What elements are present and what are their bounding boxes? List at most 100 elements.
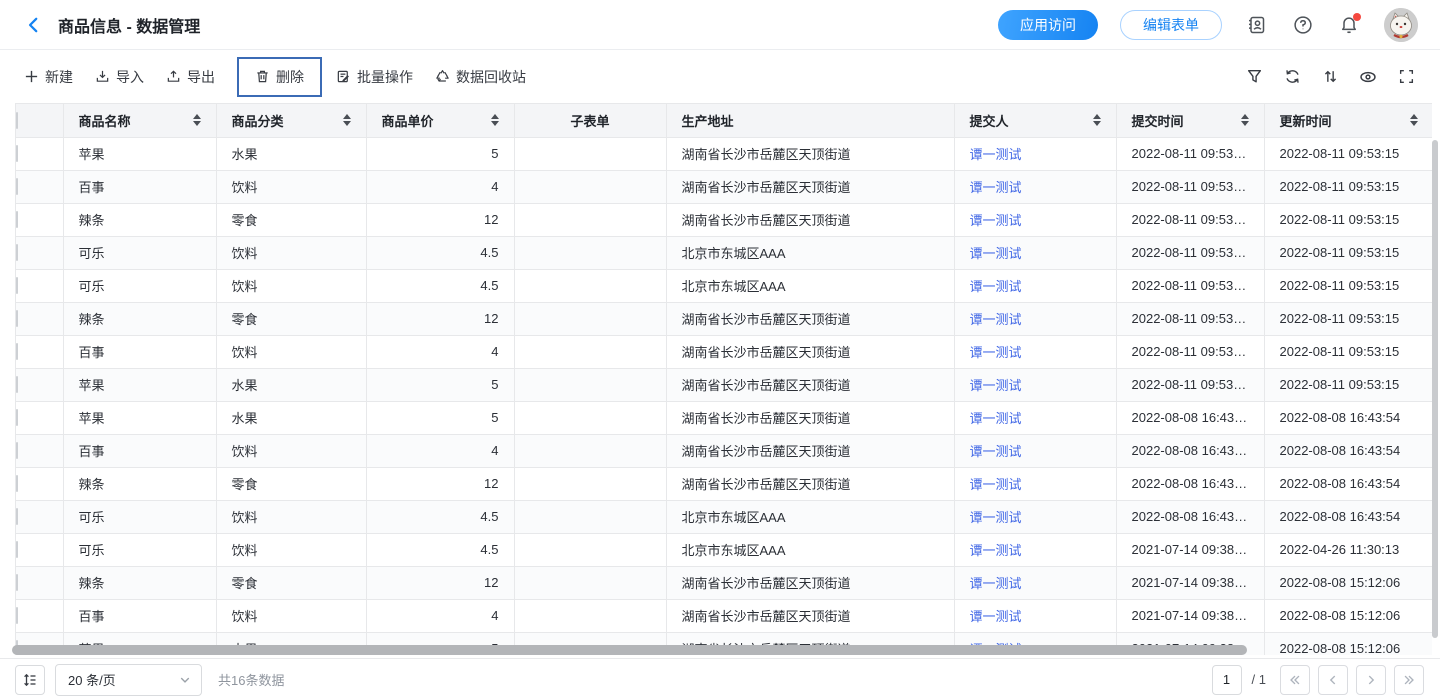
submitter-link[interactable]: 谭一测试 (970, 411, 1022, 426)
submitter-link[interactable]: 谭一测试 (970, 378, 1022, 393)
row-checkbox[interactable] (16, 508, 18, 525)
app-access-button[interactable]: 应用访问 (998, 10, 1098, 40)
delete-button[interactable]: 删除 (255, 67, 304, 87)
horizontal-scrollbar-thumb[interactable] (12, 645, 1247, 655)
table-row[interactable]: 苹果水果5湖南省长沙市岳麓区天顶街道谭一测试2022-08-11 09:53:1… (16, 137, 1432, 170)
cell-category: 水果 (216, 401, 366, 434)
avatar[interactable] (1384, 8, 1418, 42)
row-checkbox[interactable] (16, 211, 18, 228)
submitter-link[interactable]: 谭一测试 (970, 510, 1022, 525)
submitter-link[interactable]: 谭一测试 (970, 477, 1022, 492)
cell-category: 饮料 (216, 236, 366, 269)
new-record-button[interactable]: 新建 (24, 67, 73, 87)
cell-name: 可乐 (63, 269, 216, 302)
cell-price: 4 (366, 170, 514, 203)
back-icon[interactable] (22, 13, 46, 37)
edit-form-button[interactable]: 编辑表单 (1120, 10, 1222, 40)
submitter-link[interactable]: 谭一测试 (970, 609, 1022, 624)
cell-subform (514, 500, 666, 533)
row-checkbox[interactable] (16, 145, 18, 162)
next-page-button[interactable] (1356, 665, 1386, 695)
first-page-button[interactable] (1280, 665, 1310, 695)
table-row[interactable]: 可乐饮料4.5北京市东城区AAA谭一测试2022-08-11 09:53:152… (16, 269, 1432, 302)
cell-update_time: 2022-04-26 11:30:13 (1264, 533, 1432, 566)
cell-address: 湖南省长沙市岳麓区天顶街道 (666, 203, 954, 236)
table-row[interactable]: 辣条零食12湖南省长沙市岳麓区天顶街道谭一测试2021-07-14 09:38:… (16, 566, 1432, 599)
sort-control-submitter[interactable] (1093, 114, 1101, 126)
table-row[interactable]: 百事饮料4湖南省长沙市岳麓区天顶街道谭一测试2022-08-11 09:53:1… (16, 335, 1432, 368)
current-page-input[interactable] (1212, 665, 1242, 695)
cell-price: 12 (366, 203, 514, 236)
column-header-price: 商品单价 (382, 111, 434, 130)
fullscreen-icon[interactable] (1396, 67, 1416, 87)
cell-address: 湖南省长沙市岳麓区天顶街道 (666, 137, 954, 170)
table-row[interactable]: 辣条零食12湖南省长沙市岳麓区天顶街道谭一测试2022-08-11 09:53:… (16, 203, 1432, 236)
row-checkbox[interactable] (16, 376, 18, 393)
row-checkbox[interactable] (16, 343, 18, 360)
cell-subform (514, 236, 666, 269)
row-checkbox[interactable] (16, 310, 18, 327)
sort-control-category[interactable] (343, 114, 351, 126)
last-page-button[interactable] (1394, 665, 1424, 695)
recycle-bin-button[interactable]: 数据回收站 (435, 67, 526, 87)
cell-submit_time: 2022-08-08 16:43:54 (1116, 500, 1264, 533)
cell-submit_time: 2022-08-08 16:43:54 (1116, 401, 1264, 434)
prev-page-button[interactable] (1318, 665, 1348, 695)
column-header-name: 商品名称 (79, 111, 131, 130)
table-row[interactable]: 苹果水果5湖南省长沙市岳麓区天顶街道谭一测试2022-08-11 09:53:1… (16, 368, 1432, 401)
eye-icon[interactable] (1358, 67, 1378, 87)
import-icon (95, 69, 110, 84)
row-height-button[interactable] (15, 665, 45, 695)
table-row[interactable]: 可乐饮料4.5北京市东城区AAA谭一测试2022-08-08 16:43:542… (16, 500, 1432, 533)
row-checkbox[interactable] (16, 178, 18, 195)
row-checkbox[interactable] (16, 442, 18, 459)
submitter-link[interactable]: 谭一测试 (970, 312, 1022, 327)
table-row[interactable]: 辣条零食12湖南省长沙市岳麓区天顶街道谭一测试2022-08-11 09:53:… (16, 302, 1432, 335)
contacts-book-icon[interactable] (1246, 14, 1268, 36)
table-row[interactable]: 辣条零食12湖南省长沙市岳麓区天顶街道谭一测试2022-08-08 16:43:… (16, 467, 1432, 500)
row-checkbox[interactable] (16, 574, 18, 591)
sort-control-update_time[interactable] (1410, 114, 1418, 126)
table-row[interactable]: 苹果水果5湖南省长沙市岳麓区天顶街道谭一测试2022-08-08 16:43:5… (16, 401, 1432, 434)
vertical-scrollbar-thumb[interactable] (1432, 140, 1438, 638)
cell-price: 5 (366, 368, 514, 401)
submitter-link[interactable]: 谭一测试 (970, 147, 1022, 162)
page-size-select[interactable]: 20 条/页 (55, 664, 202, 696)
submitter-link[interactable]: 谭一测试 (970, 180, 1022, 195)
submitter-link[interactable]: 谭一测试 (970, 246, 1022, 261)
select-all-checkbox[interactable] (16, 112, 18, 129)
batch-operation-button[interactable]: 批量操作 (336, 67, 413, 87)
refresh-icon[interactable] (1282, 67, 1302, 87)
row-checkbox[interactable] (16, 475, 18, 492)
row-checkbox[interactable] (16, 244, 18, 261)
submitter-link[interactable]: 谭一测试 (970, 345, 1022, 360)
row-checkbox[interactable] (16, 409, 18, 426)
cell-submit_time: 2022-08-11 09:53:15 (1116, 368, 1264, 401)
submitter-link[interactable]: 谭一测试 (970, 576, 1022, 591)
row-checkbox[interactable] (16, 607, 18, 624)
row-checkbox[interactable] (16, 541, 18, 558)
submitter-link[interactable]: 谭一测试 (970, 444, 1022, 459)
row-checkbox[interactable] (16, 277, 18, 294)
submitter-link[interactable]: 谭一测试 (970, 279, 1022, 294)
table-row[interactable]: 百事饮料4湖南省长沙市岳麓区天顶街道谭一测试2021-07-14 09:38:2… (16, 599, 1432, 632)
total-count-label: 共16条数据 (218, 670, 284, 689)
table-row[interactable]: 可乐饮料4.5北京市东城区AAA谭一测试2022-08-11 09:53:152… (16, 236, 1432, 269)
filter-icon[interactable] (1244, 67, 1264, 87)
table-row[interactable]: 百事饮料4湖南省长沙市岳麓区天顶街道谭一测试2022-08-11 09:53:1… (16, 170, 1432, 203)
sort-icon[interactable] (1320, 67, 1340, 87)
sort-control-submit_time[interactable] (1241, 114, 1249, 126)
cell-submit_time: 2022-08-11 09:53:15 (1116, 137, 1264, 170)
submitter-link[interactable]: 谭一测试 (970, 213, 1022, 228)
sort-control-price[interactable] (491, 114, 499, 126)
table-row[interactable]: 可乐饮料4.5北京市东城区AAA谭一测试2021-07-14 09:38:462… (16, 533, 1432, 566)
help-icon[interactable] (1292, 14, 1314, 36)
bell-icon[interactable] (1338, 14, 1360, 36)
submitter-link[interactable]: 谭一测试 (970, 543, 1022, 558)
sort-control-name[interactable] (193, 114, 201, 126)
import-button[interactable]: 导入 (95, 67, 144, 87)
row-height-icon (22, 672, 38, 688)
cell-submitter: 谭一测试 (954, 401, 1116, 434)
table-row[interactable]: 百事饮料4湖南省长沙市岳麓区天顶街道谭一测试2022-08-08 16:43:5… (16, 434, 1432, 467)
export-button[interactable]: 导出 (166, 67, 215, 87)
